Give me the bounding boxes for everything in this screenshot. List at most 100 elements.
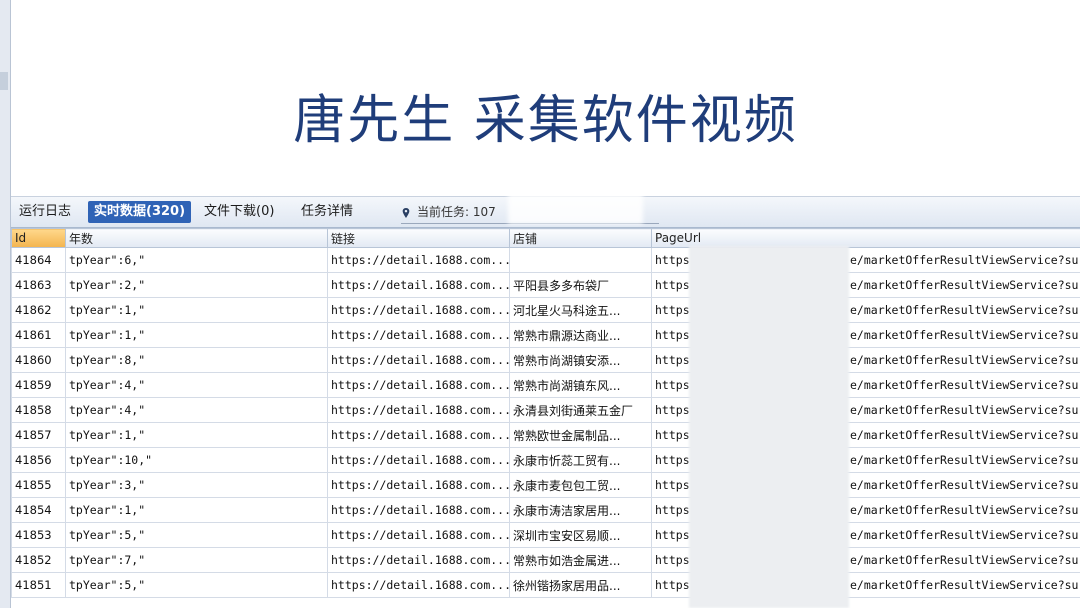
cell-id[interactable]: 41855 bbox=[11, 472, 66, 498]
table-row[interactable]: 41859 tpYear":4," https://detail.1688.com.… bbox=[11, 372, 1080, 398]
cell-year[interactable]: tpYear":7," bbox=[65, 547, 328, 573]
cell-shop[interactable]: 徐州锴扬家居用品... bbox=[509, 572, 652, 598]
pin-icon bbox=[402, 207, 410, 218]
cell-shop[interactable]: 永康市涛洁家居用... bbox=[509, 497, 652, 523]
column-header-id[interactable]: Id bbox=[11, 228, 66, 248]
cell-link[interactable]: https://detail.1688.com... bbox=[327, 297, 510, 323]
cell-id[interactable]: 41853 bbox=[11, 522, 66, 548]
banner-title: 唐先生 采集软件视频 bbox=[293, 91, 798, 151]
cell-link[interactable]: https://detail.1688.com... bbox=[327, 447, 510, 473]
cell-link[interactable]: https://detail.1688.com... bbox=[327, 547, 510, 573]
redaction-overlay bbox=[689, 246, 849, 608]
cell-shop[interactable]: 常熟市如浩金属进... bbox=[509, 547, 652, 573]
cell-pageurl-start: https bbox=[655, 253, 690, 267]
cell-id[interactable]: 41864 bbox=[11, 247, 66, 273]
cell-shop[interactable]: 永清县刘街通莱五金厂 bbox=[509, 397, 652, 423]
cell-link[interactable]: https://detail.1688.com... bbox=[327, 572, 510, 598]
data-table: Id 年数 链接 店铺 PageUrl 41864 tpYear":6," http… bbox=[11, 228, 1080, 598]
table-row[interactable]: 41864 tpYear":6," https://detail.1688.com.… bbox=[11, 247, 1080, 273]
table-row[interactable]: 41861 tpYear":1," https://detail.1688.com.… bbox=[11, 322, 1080, 348]
table-row[interactable]: 41856 tpYear":10," https://detail.1688.com… bbox=[11, 447, 1080, 473]
cell-shop[interactable]: 河北星火马科途五... bbox=[509, 297, 652, 323]
cell-id[interactable]: 41856 bbox=[11, 447, 66, 473]
cell-year[interactable]: tpYear":4," bbox=[65, 397, 328, 423]
cell-id[interactable]: 41851 bbox=[11, 572, 66, 598]
table-row[interactable]: 41852 tpYear":7," https://detail.1688.com.… bbox=[11, 547, 1080, 573]
cell-link[interactable]: https://detail.1688.com... bbox=[327, 497, 510, 523]
cell-id[interactable]: 41854 bbox=[11, 497, 66, 523]
cell-year[interactable]: tpYear":2," bbox=[65, 272, 328, 298]
cell-link[interactable]: https://detail.1688.com... bbox=[327, 272, 510, 298]
cell-year[interactable]: tpYear":5," bbox=[65, 522, 328, 548]
cell-id[interactable]: 41858 bbox=[11, 397, 66, 423]
cell-year[interactable]: tpYear":5," bbox=[65, 572, 328, 598]
cell-pageurl-end: e/marketOfferResultViewService?su... bbox=[850, 328, 1080, 342]
cell-id[interactable]: 41860 bbox=[11, 347, 66, 373]
cell-year[interactable]: tpYear":1," bbox=[65, 297, 328, 323]
column-header-link[interactable]: 链接 bbox=[327, 228, 510, 248]
cell-pageurl-start: https bbox=[655, 303, 690, 317]
cell-link[interactable]: https://detail.1688.com... bbox=[327, 422, 510, 448]
table-row[interactable]: 41853 tpYear":5," https://detail.1688.com.… bbox=[11, 522, 1080, 548]
cell-pageurl-end: e/marketOfferResultViewService?su... bbox=[850, 378, 1080, 392]
cell-id[interactable]: 41862 bbox=[11, 297, 66, 323]
cell-pageurl-end: e/marketOfferResultViewService?su... bbox=[850, 303, 1080, 317]
table-row[interactable]: 41855 tpYear":3," https://detail.1688.com.… bbox=[11, 472, 1080, 498]
cell-year[interactable]: tpYear":1," bbox=[65, 497, 328, 523]
cell-link[interactable]: https://detail.1688.com... bbox=[327, 397, 510, 423]
cell-shop[interactable]: 深圳市宝安区易顺... bbox=[509, 522, 652, 548]
cell-pageurl-end: e/marketOfferResultViewService?su... bbox=[850, 478, 1080, 492]
cell-id[interactable]: 41861 bbox=[11, 322, 66, 348]
tab-task-details[interactable]: 任务详情 bbox=[295, 201, 359, 223]
cell-shop[interactable]: 永康市麦包包工贸... bbox=[509, 472, 652, 498]
cell-link[interactable]: https://detail.1688.com... bbox=[327, 472, 510, 498]
cell-link[interactable]: https://detail.1688.com... bbox=[327, 372, 510, 398]
table-row[interactable]: 41860 tpYear":8," https://detail.1688.com.… bbox=[11, 347, 1080, 373]
cell-shop[interactable]: 常熟市尚湖镇安添... bbox=[509, 347, 652, 373]
cell-shop[interactable]: 常熟欧世金属制品... bbox=[509, 422, 652, 448]
column-header-year[interactable]: 年数 bbox=[65, 228, 328, 248]
cell-id[interactable]: 41852 bbox=[11, 547, 66, 573]
cell-id[interactable]: 41859 bbox=[11, 372, 66, 398]
redaction-blur bbox=[508, 194, 643, 224]
current-task-label: 当前任务: 107 bbox=[417, 205, 496, 219]
cell-link[interactable]: https://detail.1688.com... bbox=[327, 522, 510, 548]
cell-year[interactable]: tpYear":10," bbox=[65, 447, 328, 473]
cell-pageurl-start: https bbox=[655, 403, 690, 417]
cell-year[interactable]: tpYear":6," bbox=[65, 247, 328, 273]
table-row[interactable]: 41862 tpYear":1," https://detail.1688.com.… bbox=[11, 297, 1080, 323]
column-header-pageurl[interactable]: PageUrl bbox=[651, 228, 1080, 248]
cell-year[interactable]: tpYear":8," bbox=[65, 347, 328, 373]
cell-year[interactable]: tpYear":1," bbox=[65, 322, 328, 348]
cell-shop[interactable]: 常熟市尚湖镇东风... bbox=[509, 372, 652, 398]
table-row[interactable]: 41858 tpYear":4," https://detail.1688.com.… bbox=[11, 397, 1080, 423]
cell-year[interactable]: tpYear":3," bbox=[65, 472, 328, 498]
left-panel-edge bbox=[0, 0, 11, 608]
cell-link[interactable]: https://detail.1688.com... bbox=[327, 347, 510, 373]
column-header-shop[interactable]: 店铺 bbox=[509, 228, 652, 248]
cell-shop[interactable]: 平阳县多多布袋厂 bbox=[509, 272, 652, 298]
cell-pageurl-end: e/marketOfferResultViewService?su... bbox=[850, 553, 1080, 567]
table-row[interactable]: 41854 tpYear":1," https://detail.1688.com.… bbox=[11, 497, 1080, 523]
cell-year[interactable]: tpYear":1," bbox=[65, 422, 328, 448]
cell-year[interactable]: tpYear":4," bbox=[65, 372, 328, 398]
splitter-handle[interactable] bbox=[0, 72, 8, 90]
cell-shop[interactable] bbox=[509, 247, 652, 273]
data-grid: Id 年数 链接 店铺 PageUrl 41864 tpYear":6," http… bbox=[11, 228, 1080, 608]
tab-realtime-data[interactable]: 实时数据(320) bbox=[88, 201, 192, 223]
cell-pageurl-end: e/marketOfferResultViewService?su... bbox=[850, 253, 1080, 267]
table-row[interactable]: 41851 tpYear":5," https://detail.1688.com.… bbox=[11, 572, 1080, 598]
table-row[interactable]: 41863 tpYear":2," https://detail.1688.com.… bbox=[11, 272, 1080, 298]
cell-id[interactable]: 41857 bbox=[11, 422, 66, 448]
tab-file-download[interactable]: 文件下载(0) bbox=[198, 201, 280, 223]
cell-pageurl-start: https bbox=[655, 353, 690, 367]
tab-run-log[interactable]: 运行日志 bbox=[13, 201, 77, 223]
cell-shop[interactable]: 永康市忻蕊工贸有... bbox=[509, 447, 652, 473]
cell-shop[interactable]: 常熟市鼎源达商业... bbox=[509, 322, 652, 348]
cell-pageurl-end: e/marketOfferResultViewService?su... bbox=[850, 503, 1080, 517]
cell-pageurl-end: e/marketOfferResultViewService?su... bbox=[850, 353, 1080, 367]
table-row[interactable]: 41857 tpYear":1," https://detail.1688.com.… bbox=[11, 422, 1080, 448]
cell-link[interactable]: https://detail.1688.com... bbox=[327, 247, 510, 273]
cell-link[interactable]: https://detail.1688.com... bbox=[327, 322, 510, 348]
cell-id[interactable]: 41863 bbox=[11, 272, 66, 298]
